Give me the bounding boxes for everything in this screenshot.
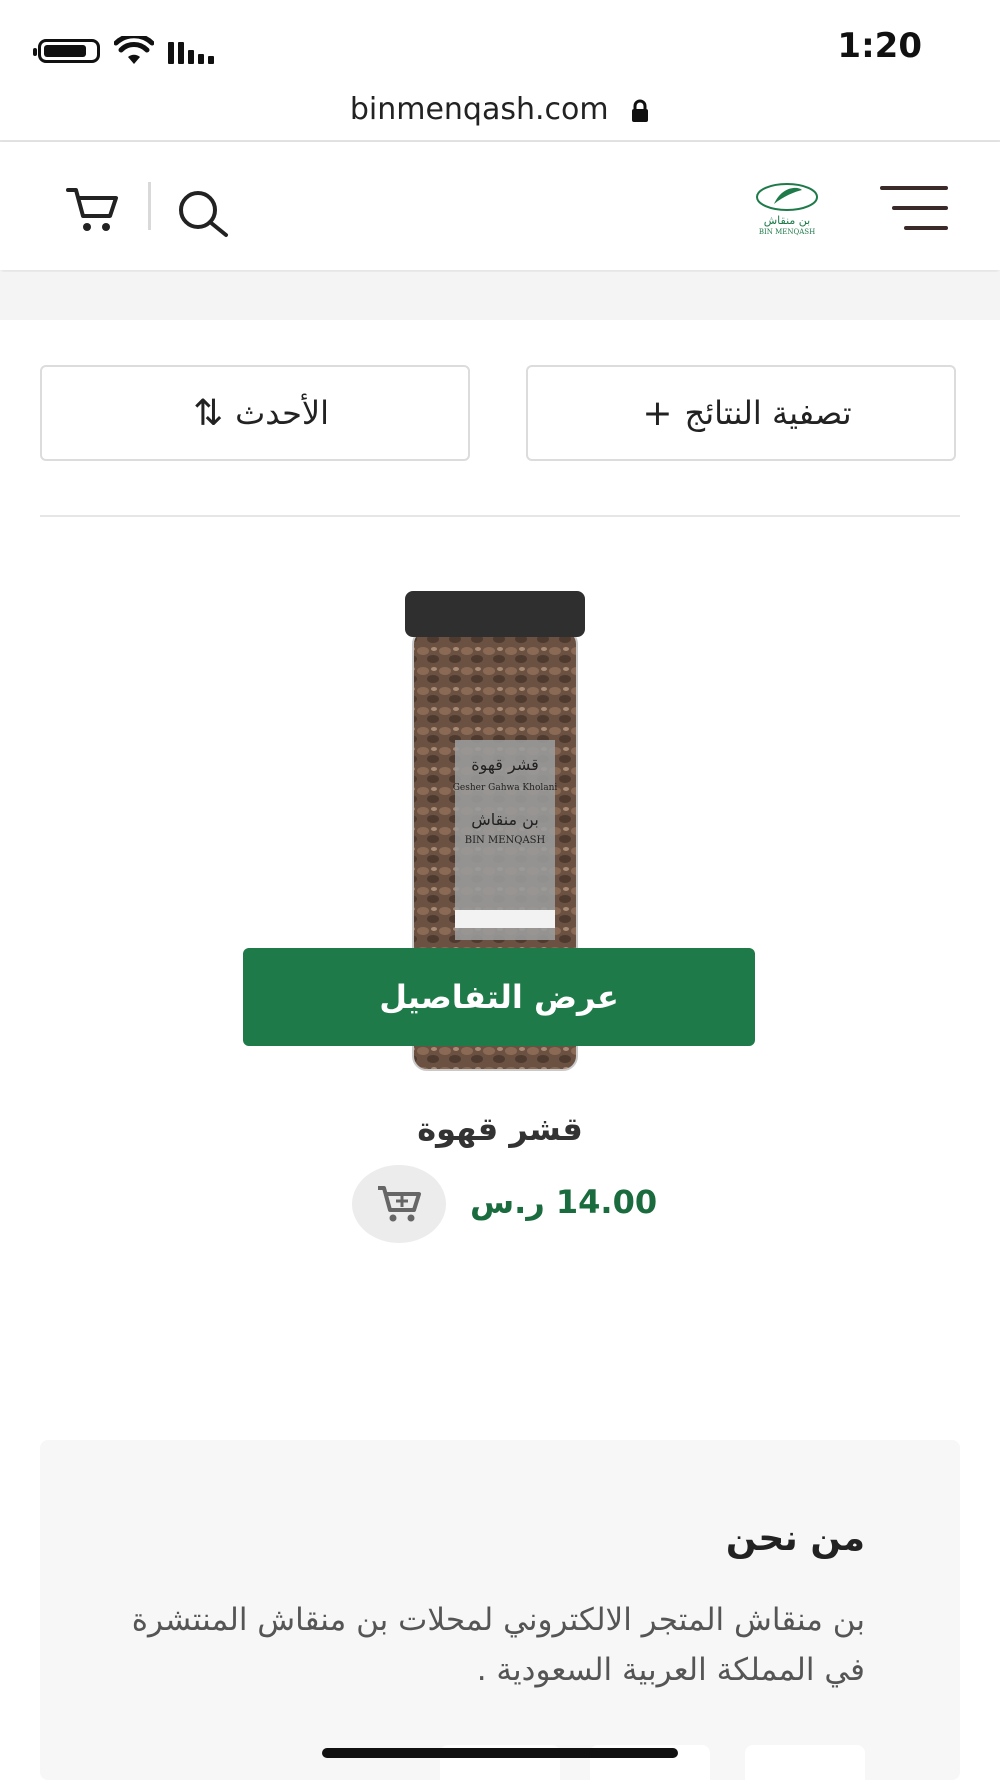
wifi-icon xyxy=(114,36,154,64)
lock-icon xyxy=(632,99,649,122)
svg-text:BIN MENQASH: BIN MENQASH xyxy=(759,228,815,236)
svg-text:بن منقاش: بن منقاش xyxy=(764,214,811,227)
search-icon[interactable] xyxy=(176,188,232,242)
header-spacer xyxy=(0,272,1000,320)
cart-icon[interactable] xyxy=(66,186,120,238)
product-name[interactable]: قشر قهوة xyxy=(0,1110,1000,1148)
filter-button[interactable]: + تصفية النتائج xyxy=(526,365,956,461)
divider xyxy=(40,515,960,517)
status-bar: 1:20 xyxy=(0,0,1000,100)
view-details-button[interactable]: عرض التفاصيل xyxy=(243,948,755,1046)
svg-text:Gesher Gahwa Kholani: Gesher Gahwa Kholani xyxy=(453,783,558,793)
about-section: من نحن بن منقاش المتجر الالكتروني لمحلات… xyxy=(40,1440,960,1785)
about-title: من نحن xyxy=(725,1518,865,1559)
status-icons xyxy=(33,34,214,68)
brand-logo[interactable]: بن منقاش BIN MENQASH xyxy=(752,182,822,236)
svg-text:BIN MENQASH: BIN MENQASH xyxy=(465,835,546,846)
sort-label: الأحدث xyxy=(235,394,329,432)
url-text: binmenqash.com xyxy=(349,92,609,127)
site-header: بن منقاش BIN MENQASH xyxy=(0,142,1000,270)
home-indicator[interactable] xyxy=(322,1748,678,1758)
battery-icon xyxy=(33,39,100,63)
status-time: 1:20 xyxy=(837,26,922,66)
filter-label: تصفية النتائج xyxy=(684,394,852,432)
footer-tile xyxy=(745,1745,865,1785)
header-separator xyxy=(148,182,151,230)
add-to-cart-icon xyxy=(378,1186,421,1222)
cellular-signal-icon xyxy=(168,38,214,64)
plus-icon: + xyxy=(642,392,673,434)
svg-text:قشر قهوة: قشر قهوة xyxy=(471,755,539,775)
product-price: 14.00 ر.س xyxy=(470,1183,658,1221)
sort-button[interactable]: ⇅ الأحدث xyxy=(40,365,470,461)
add-to-cart-button[interactable] xyxy=(352,1165,446,1243)
sort-arrows-icon: ⇅ xyxy=(192,392,224,434)
address-bar[interactable]: binmenqash.com xyxy=(0,92,1000,127)
menu-icon[interactable] xyxy=(880,186,948,230)
about-text: بن منقاش المتجر الالكتروني لمحلات بن منق… xyxy=(131,1602,865,1688)
svg-text:بن منقاش: بن منقاش xyxy=(471,810,539,830)
